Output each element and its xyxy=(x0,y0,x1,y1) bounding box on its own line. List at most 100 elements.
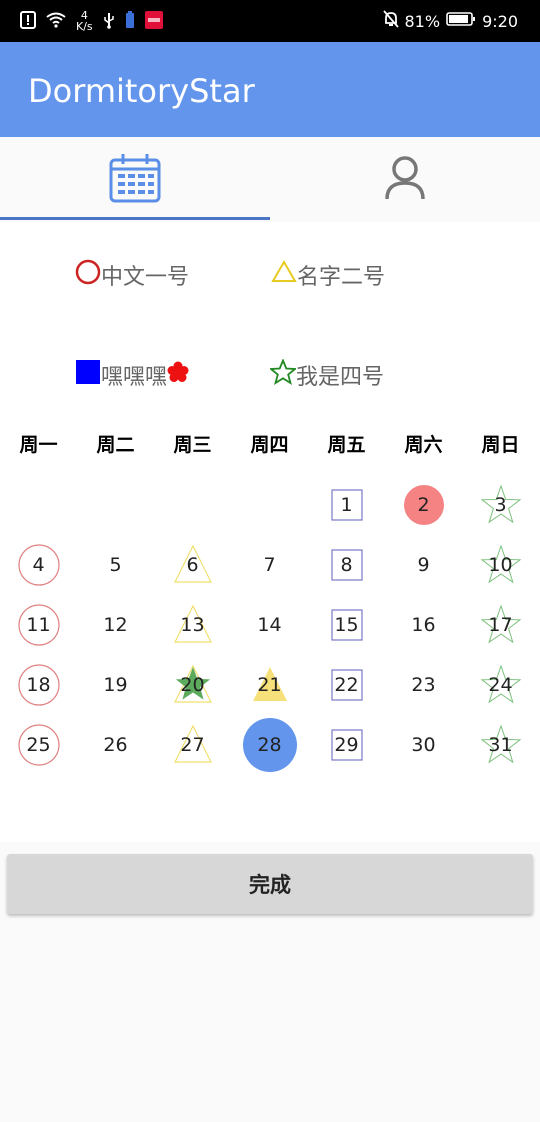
legend-label: 中文一号 xyxy=(101,265,190,290)
calendar-day-1[interactable]: 1 xyxy=(308,475,385,535)
calendar-day-18[interactable]: 18 xyxy=(0,655,77,715)
status-icons-right: 81% 9:20 xyxy=(382,0,518,42)
day-number: 28 xyxy=(257,734,282,756)
day-number: 20 xyxy=(180,674,205,696)
day-number: 13 xyxy=(180,614,205,636)
day-number: 24 xyxy=(488,674,513,696)
day-number: 16 xyxy=(411,614,436,636)
calendar-day-10[interactable]: 10 xyxy=(462,535,539,595)
weekday-sat: 周六 xyxy=(404,434,443,456)
weekday-thu: 周四 xyxy=(250,434,289,456)
bell-off-icon xyxy=(382,10,399,32)
day-number: 22 xyxy=(334,674,359,696)
day-number: 7 xyxy=(263,554,276,576)
battery-percent: 81% xyxy=(404,11,441,31)
day-number: 6 xyxy=(186,554,199,576)
day-number: 1 xyxy=(340,494,353,516)
calendar-day-29[interactable]: 29 xyxy=(308,715,385,775)
app-notification-icon xyxy=(144,10,163,32)
wifi-icon xyxy=(46,12,66,31)
square-marker-icon xyxy=(75,359,101,391)
calendar-day-20[interactable]: 20 xyxy=(154,655,231,715)
person-icon xyxy=(384,155,426,205)
calendar-day-11[interactable]: 11 xyxy=(0,595,77,655)
circle-marker-icon xyxy=(75,259,101,291)
day-number: 11 xyxy=(26,614,51,636)
net-speed: 4 K/s xyxy=(76,10,93,32)
tab-profile[interactable] xyxy=(270,137,540,222)
calendar-day-5[interactable]: 5 xyxy=(77,535,154,595)
day-number: 21 xyxy=(257,674,282,696)
calendar-day-23[interactable]: 23 xyxy=(385,655,462,715)
calendar-day-21[interactable]: 21 xyxy=(231,655,308,715)
calendar-day-26[interactable]: 26 xyxy=(77,715,154,775)
triangle-marker-icon xyxy=(271,260,297,290)
legend-label: 我是四号 xyxy=(296,365,385,390)
calendar-day-31[interactable]: 31 xyxy=(462,715,539,775)
calendar-day-24[interactable]: 24 xyxy=(462,655,539,715)
calendar-day-14[interactable]: 14 xyxy=(231,595,308,655)
calendar-day-8[interactable]: 8 xyxy=(308,535,385,595)
calendar-day-27[interactable]: 27 xyxy=(154,715,231,775)
day-number: 31 xyxy=(488,734,513,756)
calendar-day-2[interactable]: 2 xyxy=(385,475,462,535)
day-number: 3 xyxy=(494,494,507,516)
legend-item-1: 中文一号 xyxy=(75,259,189,291)
day-number: 4 xyxy=(32,554,45,576)
day-number: 12 xyxy=(103,614,128,636)
clock: 9:20 xyxy=(482,11,518,31)
alert-icon xyxy=(20,10,36,32)
calendar-day-19[interactable]: 19 xyxy=(77,655,154,715)
day-number: 17 xyxy=(488,614,513,636)
calendar-day-7[interactable]: 7 xyxy=(231,535,308,595)
day-number: 25 xyxy=(26,734,51,756)
calendar-day-15[interactable]: 15 xyxy=(308,595,385,655)
day-number: 26 xyxy=(103,734,128,756)
star-marker-icon xyxy=(268,358,298,391)
calendar-day-28[interactable]: 28 xyxy=(231,715,308,775)
tab-indicator xyxy=(0,217,270,220)
day-number: 9 xyxy=(417,554,430,576)
calendar-day-6[interactable]: 6 xyxy=(154,535,231,595)
legend-item-2: 名字二号 xyxy=(271,259,385,291)
calendar-day-25[interactable]: 25 xyxy=(0,715,77,775)
day-number: 19 xyxy=(103,674,128,696)
battery-charge-icon xyxy=(125,10,135,32)
weekday-sun: 周日 xyxy=(481,434,520,456)
tab-bar xyxy=(0,137,540,222)
legend-label: 名字二号 xyxy=(297,265,386,290)
weekday-wed: 周三 xyxy=(173,434,212,456)
calendar-day-16[interactable]: 16 xyxy=(385,595,462,655)
done-button[interactable]: 完成 xyxy=(7,854,533,914)
calendar-day-17[interactable]: 17 xyxy=(462,595,539,655)
plum-blossom-icon xyxy=(167,361,189,389)
day-number: 27 xyxy=(180,734,205,756)
weekday-tue: 周二 xyxy=(96,434,135,456)
calendar-day-12[interactable]: 12 xyxy=(77,595,154,655)
battery-icon xyxy=(446,11,476,31)
net-speed-unit: K/s xyxy=(76,20,93,33)
app-title: DormitoryStar xyxy=(28,72,255,110)
tab-calendar[interactable] xyxy=(0,137,270,222)
day-number: 2 xyxy=(417,494,430,516)
calendar-day-30[interactable]: 30 xyxy=(385,715,462,775)
day-number: 14 xyxy=(257,614,282,636)
calendar-day-3[interactable]: 3 xyxy=(462,475,539,535)
weekday-fri: 周五 xyxy=(327,434,366,456)
calendar-icon xyxy=(109,153,161,207)
usb-icon xyxy=(103,11,115,32)
status-icons-left: 4 K/s xyxy=(20,0,163,42)
legend-label: 嘿嘿嘿 xyxy=(101,365,168,390)
calendar-day-13[interactable]: 13 xyxy=(154,595,231,655)
calendar-day-4[interactable]: 4 xyxy=(0,535,77,595)
day-number: 5 xyxy=(109,554,122,576)
day-number: 15 xyxy=(334,614,359,636)
day-number: 29 xyxy=(334,734,359,756)
weekday-mon: 周一 xyxy=(19,434,58,456)
legend-item-3: 嘿嘿嘿 xyxy=(75,359,189,391)
legend-item-4: 我是四号 xyxy=(268,358,385,391)
calendar-day-9[interactable]: 9 xyxy=(385,535,462,595)
calendar-day-22[interactable]: 22 xyxy=(308,655,385,715)
app-bar: DormitoryStar xyxy=(0,42,540,137)
day-number: 30 xyxy=(411,734,436,756)
